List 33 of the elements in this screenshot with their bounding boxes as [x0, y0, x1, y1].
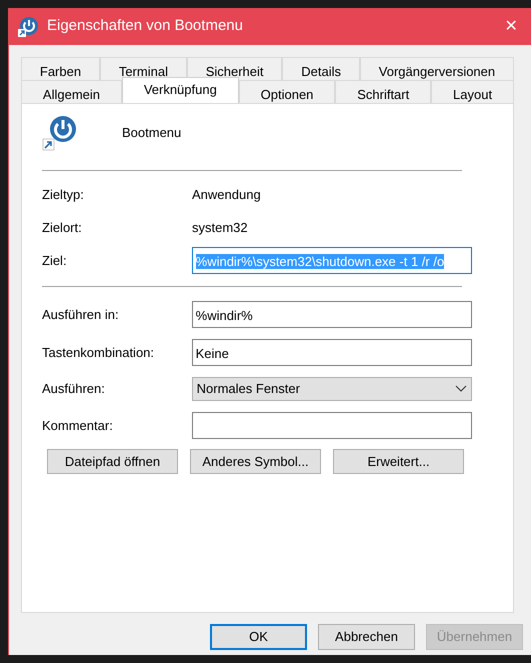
input-field[interactable]: Keine: [192, 339, 472, 366]
field-value: Anwendung: [192, 186, 261, 204]
field-label: Zielort:: [42, 218, 83, 236]
shortcut-name: Bootmenu: [122, 124, 182, 142]
power-shortcut-icon: [17, 16, 39, 38]
tab[interactable]: Verknüpfung: [122, 77, 239, 103]
dialog-button[interactable]: OK: [210, 624, 307, 650]
tab[interactable]: Vorgängerversionen: [360, 57, 514, 80]
field-label: Zieltyp:: [42, 186, 85, 204]
dialog-button[interactable]: Abbrechen: [318, 624, 415, 650]
run-dropdown[interactable]: Normales Fenster: [192, 377, 472, 401]
field-label: Ausführen in:: [42, 306, 120, 324]
tab[interactable]: Optionen: [238, 80, 336, 103]
input-field[interactable]: [192, 412, 472, 439]
tab[interactable]: Details: [282, 57, 360, 80]
field-label: Kommentar:: [42, 416, 114, 435]
window-title: Eigenschaften von Bootmenu: [47, 16, 243, 36]
close-button[interactable]: ✕: [491, 8, 531, 45]
tab[interactable]: Layout: [431, 80, 514, 103]
tab[interactable]: Schriftart: [335, 80, 432, 103]
power-shortcut-icon: [42, 115, 78, 151]
chevron-down-icon: [455, 385, 467, 393]
input-field[interactable]: %windir%: [192, 301, 472, 328]
tab[interactable]: Allgemein: [21, 80, 122, 103]
field-label: Ausführen:: [42, 380, 106, 398]
tab[interactable]: Farben: [21, 57, 100, 80]
field-label: Tastenkombination:: [42, 344, 156, 362]
tab[interactable]: Sicherheit: [186, 57, 282, 80]
field-label: Ziel:: [42, 252, 68, 270]
action-button[interactable]: Anderes Symbol...: [190, 449, 321, 474]
action-button[interactable]: Erweitert...: [333, 449, 464, 474]
action-button[interactable]: Dateipfad öffnen: [47, 449, 178, 474]
field-value: system32: [192, 218, 248, 237]
